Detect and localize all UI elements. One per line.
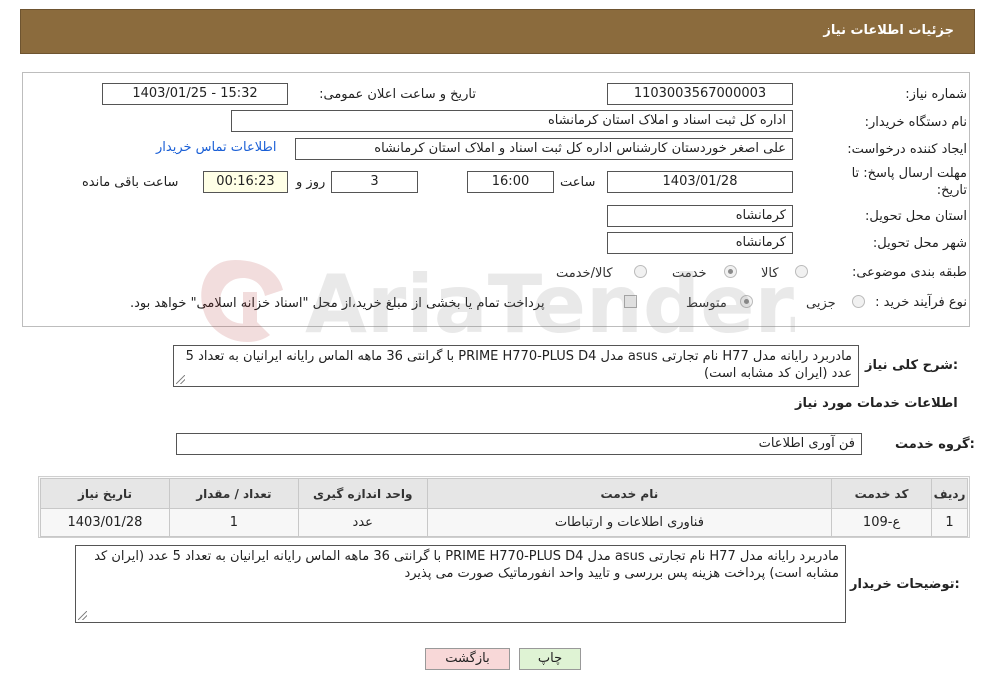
need-number-field: 1103003567000003 xyxy=(607,83,793,105)
services-table: ردیف کد خدمت نام خدمت واحد اندازه گیری ت… xyxy=(40,478,968,537)
deadline-date-field: 1403/01/28 xyxy=(607,171,793,193)
process-label: نوع فرآیند خرید : xyxy=(875,295,967,310)
need-number-label: شماره نیاز: xyxy=(905,87,967,102)
buyer-notes-text: مادربرد رایانه مدل H77 نام تجارتی asus م… xyxy=(94,549,839,581)
col-service-code: کد خدمت xyxy=(831,478,933,509)
province-field: کرمانشاه xyxy=(607,205,793,227)
watermark-logo: AriaTender.net xyxy=(201,258,795,351)
requester-label: ایجاد کننده درخواست: xyxy=(847,142,967,157)
category-goods-radio[interactable] xyxy=(795,265,808,278)
cell-need-date: 1403/01/28 xyxy=(40,508,170,537)
cell-quantity: 1 xyxy=(168,508,299,537)
deadline-label: مهلت ارسال پاسخ: تا xyxy=(851,166,967,181)
buyer-notes-textarea[interactable]: مادربرد رایانه مدل H77 نام تجارتی asus م… xyxy=(75,545,846,623)
page-header: جزئیات اطلاعات نیاز xyxy=(20,9,975,54)
category-label: طبقه بندی موضوعی: xyxy=(851,265,967,280)
table-row: 1 ع-109 فناوری اطلاعات و ارتباطات عدد 1 … xyxy=(40,508,968,537)
services-section-title: اطلاعات خدمات مورد نیاز xyxy=(795,396,958,411)
process-minor-radio[interactable] xyxy=(852,295,865,308)
col-need-date: تاریخ نیاز xyxy=(40,478,170,509)
resize-grip-icon[interactable] xyxy=(78,611,87,620)
col-unit: واحد اندازه گیری xyxy=(297,478,428,509)
summary-label: شرح کلی نیاز: xyxy=(865,358,959,373)
watermark-text: AriaTender.net xyxy=(305,258,795,351)
buyer-label: نام دستگاه خریدار: xyxy=(864,115,967,130)
buyer-contact-link[interactable]: اطلاعات تماس خریدار xyxy=(156,140,276,155)
col-quantity: تعداد / مقدار xyxy=(168,478,299,509)
resize-grip-icon[interactable] xyxy=(176,375,185,384)
deadline-time-label: ساعت xyxy=(560,175,596,190)
deadline-time-field: 16:00 xyxy=(467,171,554,193)
buyer-field: اداره کل ثبت اسناد و املاک استان کرمانشا… xyxy=(231,110,793,132)
process-minor-label: جزیی xyxy=(806,296,836,311)
city-label: شهر محل تحویل: xyxy=(872,236,967,251)
days-field: 3 xyxy=(331,171,418,193)
service-group-label: گروه خدمت: xyxy=(895,437,975,452)
cell-service-code: ع-109 xyxy=(831,508,933,537)
back-button[interactable]: بازگشت xyxy=(425,648,510,670)
province-label: استان محل تحویل: xyxy=(865,209,967,224)
services-table-header: ردیف کد خدمت نام خدمت واحد اندازه گیری ت… xyxy=(40,478,968,509)
page-title: جزئیات اطلاعات نیاز xyxy=(823,23,954,38)
col-service-name: نام خدمت xyxy=(426,478,833,509)
service-group-field: فن آوری اطلاعات xyxy=(176,433,862,455)
cell-row-number: 1 xyxy=(931,508,968,537)
requester-field: علی اصغر خوردستان کارشناس اداره کل ثبت ا… xyxy=(295,138,793,160)
remaining-time-label: ساعت باقی مانده xyxy=(82,175,179,190)
deadline-date-label: تاریخ: xyxy=(936,183,967,198)
col-row-number: ردیف xyxy=(931,478,968,509)
remaining-time-field: 00:16:23 xyxy=(203,171,288,193)
print-button[interactable]: چاپ xyxy=(519,648,581,670)
days-label: روز و xyxy=(296,175,326,190)
buyer-notes-label: توضیحات خریدار: xyxy=(850,577,960,592)
cell-service-name: فناوری اطلاعات و ارتباطات xyxy=(426,508,833,537)
announce-datetime-field: 1403/01/25 - 15:32 xyxy=(102,83,288,105)
announce-label: تاریخ و ساعت اعلان عمومی: xyxy=(319,87,476,102)
cell-unit: عدد xyxy=(297,508,428,537)
